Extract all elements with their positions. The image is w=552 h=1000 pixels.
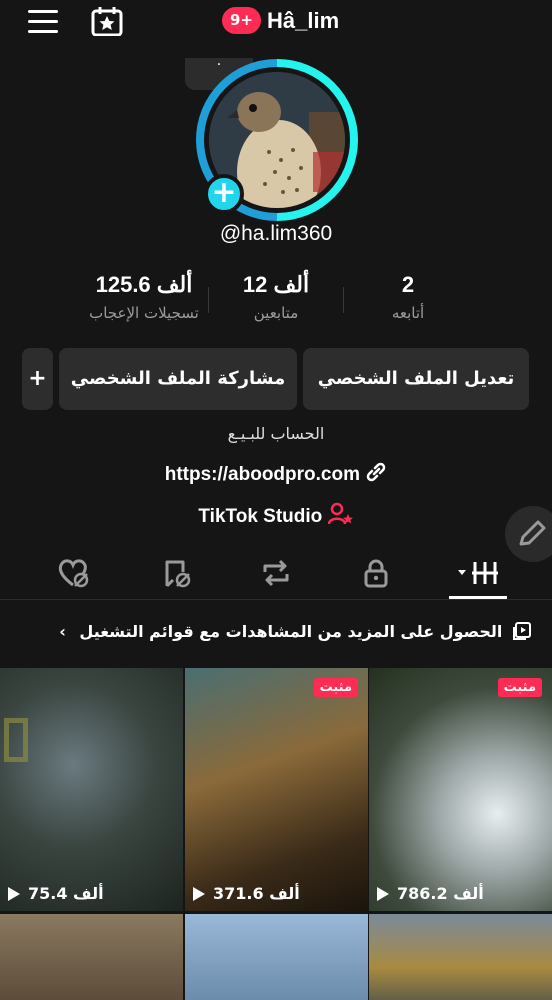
bio-link-text[interactable]: https://aboodpro.com	[165, 464, 360, 485]
liked-hidden-icon	[58, 559, 89, 588]
stat-followers[interactable]: 12 ألف متابعين	[236, 272, 316, 322]
thumbnail-shape	[4, 718, 28, 762]
chevron-left-icon: ‹	[59, 622, 66, 641]
add-story-button[interactable]: +	[204, 174, 244, 214]
stat-label: أتابعه	[391, 304, 425, 322]
tab-reposts[interactable]	[246, 548, 306, 598]
active-tab-indicator	[449, 596, 507, 599]
video-thumbnail[interactable]	[185, 914, 368, 1000]
video-thumbnail[interactable]	[0, 914, 183, 1000]
account-title[interactable]: Hâ_lim	[267, 8, 339, 34]
stat-likes[interactable]: 125.6 ألف تسجيلات الإعجاب	[78, 272, 210, 322]
calendar-star-icon[interactable]	[91, 6, 123, 36]
tab-private[interactable]	[346, 548, 406, 598]
video-thumbnail[interactable]: مثبت 786.2 ألف	[369, 668, 552, 911]
studio-user-star-icon	[327, 502, 353, 525]
stat-label: تسجيلات الإعجاب	[89, 304, 199, 322]
video-thumbnail[interactable]	[369, 914, 552, 1000]
bio-link[interactable]: https://aboodpro.com	[0, 462, 552, 486]
stat-value: 12 ألف	[242, 272, 310, 297]
stat-divider	[343, 287, 344, 313]
play-icon	[193, 886, 205, 901]
edit-profile-button[interactable]: تعديل الملف الشخصي	[303, 348, 529, 410]
play-icon	[8, 886, 20, 901]
link-icon	[367, 462, 386, 482]
bookmark-hidden-icon	[165, 560, 191, 588]
content-tabs	[0, 548, 552, 600]
add-friend-button[interactable]: +	[22, 348, 53, 410]
view-count: 75.4 ألف	[28, 884, 104, 903]
stat-label: متابعين	[253, 304, 299, 322]
pinned-badge: مثبت	[497, 678, 542, 697]
bio-text: الحساب للبـيـع	[227, 424, 325, 443]
tab-videos[interactable]	[447, 548, 507, 598]
playlist-prompt-text[interactable]: الحصول على المزيد من المشاهدات مع قوائم …	[79, 622, 502, 641]
title-wrap[interactable]: 9+ Hâ_lim	[222, 7, 339, 34]
grid-icon	[458, 562, 498, 584]
stat-following[interactable]: 2 أتابعه	[372, 272, 444, 322]
view-count: 371.6 ألف	[213, 884, 300, 903]
pinned-badge: مثبت	[313, 678, 358, 697]
top-bar: 9+ Hâ_lim	[0, 0, 552, 44]
playlist-prompt[interactable]: ‹ الحصول على المزيد من المشاهدات مع قوائ…	[0, 612, 552, 652]
play-icon	[377, 886, 389, 901]
notification-badge[interactable]: 9+	[222, 7, 262, 34]
tiktok-studio-label[interactable]: TikTok Studio	[198, 506, 322, 527]
profile-handle: @ha.lim360	[219, 222, 333, 245]
tab-liked[interactable]	[44, 548, 104, 598]
video-thumbnail[interactable]: 75.4 ألف	[0, 668, 183, 911]
playlist-icon	[513, 622, 531, 640]
menu-icon[interactable]	[28, 10, 58, 34]
video-thumbnail[interactable]: مثبت 371.6 ألف	[185, 668, 368, 911]
lock-icon	[364, 559, 388, 588]
video-views: 75.4 ألف	[8, 884, 104, 903]
video-views: 786.2 ألف	[377, 884, 484, 903]
share-profile-button[interactable]: مشاركة الملف الشخصي	[59, 348, 297, 410]
stat-value: 125.6 ألف	[95, 272, 193, 297]
video-views: 371.6 ألف	[193, 884, 300, 903]
tab-favorites[interactable]	[146, 548, 206, 598]
tiktok-studio-link[interactable]: TikTok Studio	[0, 502, 552, 528]
repost-icon	[263, 559, 289, 587]
stat-value: 2	[401, 272, 415, 297]
view-count: 786.2 ألف	[397, 884, 484, 903]
